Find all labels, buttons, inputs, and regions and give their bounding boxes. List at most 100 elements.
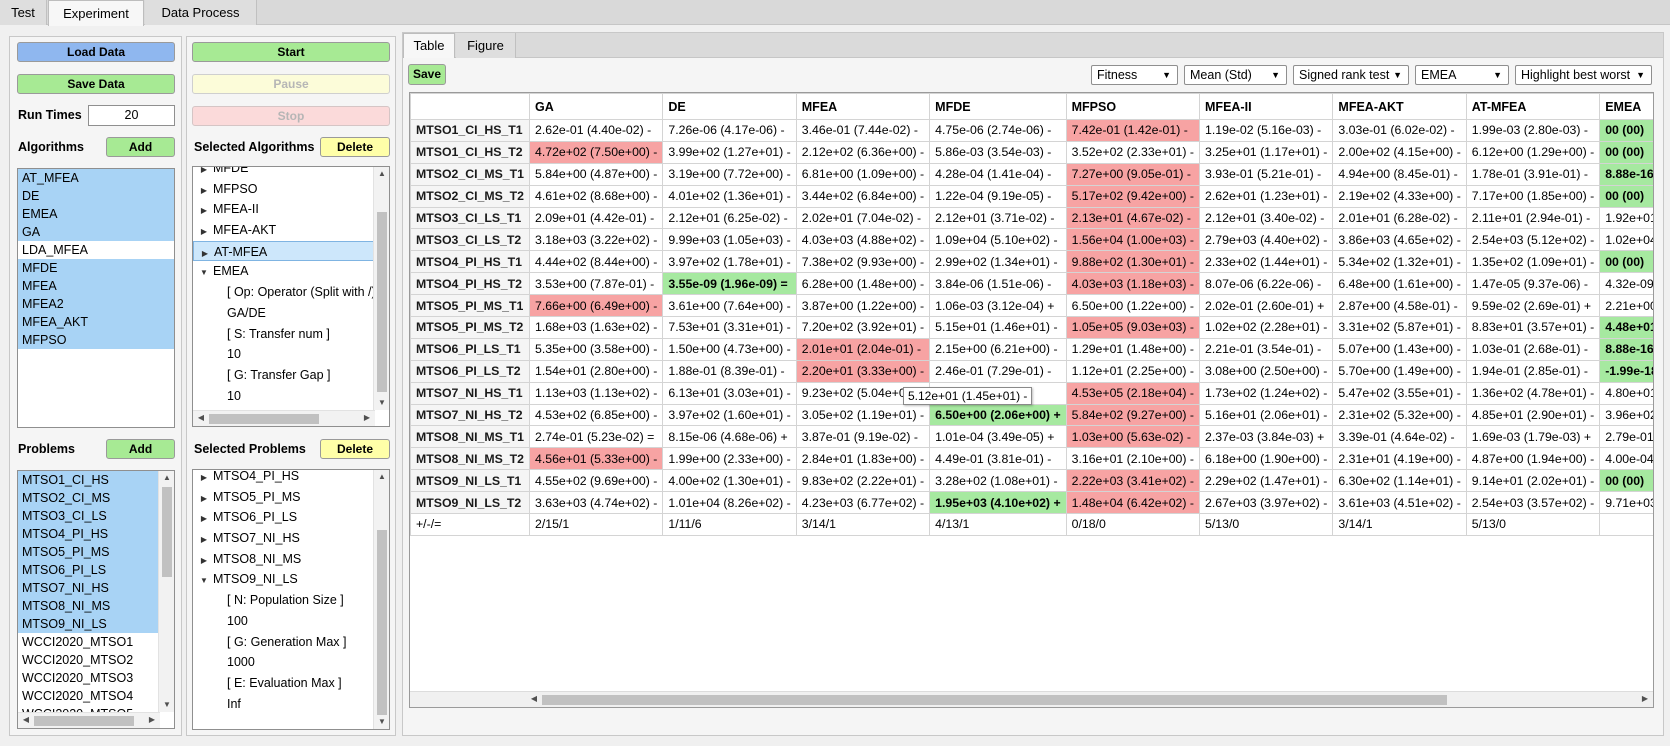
table-cell[interactable]: 2.99e+02 (1.34e+01) -: [929, 250, 1067, 274]
table-cell[interactable]: 3.61e+03 (4.51e+02) -: [1332, 491, 1467, 515]
tree-item[interactable]: ▶ MTSO5_PI_MS: [193, 487, 375, 508]
row-header[interactable]: MTSO9_NI_LS_T2: [410, 491, 530, 515]
scroll-up-icon[interactable]: ▲: [159, 471, 174, 485]
scroll-up-icon[interactable]: ▲: [374, 470, 389, 484]
table-cell[interactable]: 2.21e-01 (3.54e-01) -: [1199, 337, 1334, 361]
run-times-input[interactable]: 20: [88, 105, 175, 126]
list-item[interactable]: MTSO4_PI_HS: [18, 525, 174, 543]
table-cell[interactable]: 4.28e-04 (1.41e-04) -: [929, 162, 1067, 186]
table-cell[interactable]: 4.03e+03 (1.18e+03) -: [1065, 272, 1201, 296]
table-cell[interactable]: 3.53e+00 (7.87e-01) -: [528, 272, 664, 296]
table-cell[interactable]: 5.70e+00 (1.49e+00) -: [1332, 359, 1467, 383]
list-item[interactable]: LDA_MFEA: [18, 241, 174, 259]
table-cell[interactable]: 4.01e+02 (1.36e+01) -: [662, 184, 797, 208]
table-cell[interactable]: -1.99e-18 (00): [1599, 359, 1653, 383]
table-cell[interactable]: 5.07e+00 (1.43e+00) -: [1332, 337, 1467, 361]
table-cell[interactable]: 1.54e+01 (2.80e+00) -: [528, 359, 664, 383]
table-cell[interactable]: 1.36e+02 (4.78e+01) -: [1465, 381, 1601, 405]
table-cell[interactable]: 6.18e+00 (1.90e+00) -: [1199, 447, 1334, 471]
scroll-left-icon[interactable]: ◀: [193, 411, 209, 425]
table-cell[interactable]: 00 (00): [1599, 140, 1653, 164]
baseline-dropdown[interactable]: EMEA ▼: [1415, 65, 1509, 85]
table-cell[interactable]: 4.75e-06 (2.74e-06) -: [929, 119, 1067, 142]
table-cell[interactable]: 3.97e+02 (1.60e+01) -: [662, 403, 797, 427]
scroll-up-icon[interactable]: ▲: [374, 167, 389, 181]
table-cell[interactable]: 6.48e+00 (1.61e+00) -: [1332, 272, 1467, 296]
table-cell[interactable]: 0/18/0: [1065, 513, 1201, 536]
table-cell[interactable]: 2.19e+02 (4.33e+00) -: [1332, 184, 1467, 208]
table-cell[interactable]: 7.66e+00 (6.49e+00) -: [528, 294, 664, 318]
scroll-down-icon[interactable]: ▼: [374, 396, 389, 410]
table-cell[interactable]: 2.79e+03 (4.40e+02) -: [1199, 228, 1334, 252]
tab-experiment[interactable]: Experiment: [48, 0, 144, 26]
algorithms-list[interactable]: AT_MFEA DE EMEA GA LDA_MFEA MFDE MFEA MFEA2 MFEA…: [17, 168, 175, 428]
tree-item[interactable]: [ G: Transfer Gap ]: [193, 365, 375, 386]
add-problem-button[interactable]: Add: [106, 439, 175, 459]
selected-problems-tree[interactable]: ▶ MTSO4_PI_HS ▶ MTSO5_PI_MS ▶ MTSO6_PI_LS ▶ MTS…: [192, 469, 390, 730]
table-cell[interactable]: 2.02e-01 (2.60e-01) +: [1199, 294, 1334, 318]
row-header[interactable]: MTSO2_CI_MS_T2: [410, 184, 530, 208]
scroll-thumb[interactable]: [34, 716, 134, 726]
table-cell[interactable]: 2.62e-01 (4.40e-02) -: [528, 119, 664, 142]
chevron-right-icon[interactable]: ▶: [197, 530, 211, 551]
chevron-right-icon[interactable]: ▶: [197, 181, 211, 202]
table-cell[interactable]: 1.03e-01 (2.68e-01) -: [1465, 337, 1601, 361]
scroll-right-icon[interactable]: ▶: [144, 713, 160, 727]
column-header[interactable]: MFEA-AKT: [1332, 93, 1467, 120]
tree-item[interactable]: ▶ MFEA-AKT: [193, 220, 375, 241]
table-cell[interactable]: 1.29e+01 (1.48e+00) -: [1065, 337, 1201, 361]
table-cell[interactable]: 3.52e+02 (2.33e+01) -: [1065, 140, 1201, 164]
table-cell[interactable]: 1.12e+01 (2.25e+00) -: [1065, 359, 1201, 383]
tree-item[interactable]: ▶ MTSO4_PI_HS: [193, 470, 375, 487]
scroll-right-icon[interactable]: ▶: [359, 411, 375, 425]
tree-item[interactable]: [ N: Population Size ]: [193, 590, 375, 611]
tree-item[interactable]: ▼ MTSO9_NI_LS: [193, 569, 375, 590]
table-cell[interactable]: 2.54e+03 (3.57e+02) -: [1465, 491, 1601, 515]
table-cell[interactable]: 6.81e+00 (1.09e+00) -: [795, 162, 931, 186]
table-cell[interactable]: 8.88e-16 (00): [1599, 337, 1653, 361]
column-header[interactable]: GA: [528, 93, 664, 120]
statistic-dropdown[interactable]: Mean (Std) ▼: [1184, 65, 1287, 85]
table-cell[interactable]: 2.62e+01 (1.23e+01) -: [1199, 184, 1334, 208]
table-cell[interactable]: 2.12e+01 (6.25e-02) -: [662, 206, 797, 230]
table-cell[interactable]: 2.33e+02 (1.44e+01) -: [1199, 250, 1334, 274]
table-cell[interactable]: 7.20e+02 (3.92e+01) -: [795, 316, 931, 339]
table-cell[interactable]: 4.23e+03 (6.77e+02) -: [795, 491, 931, 515]
table-cell[interactable]: 2.79e-01 (6.16e-02): [1599, 425, 1653, 449]
table-cell[interactable]: 7.42e-01 (1.42e-01) -: [1065, 119, 1201, 142]
table-cell[interactable]: 3.97e+02 (1.78e+01) -: [662, 250, 797, 274]
selected-algorithms-tree[interactable]: ▶ MFDE ▶ MFPSO ▶ MFEA-II ▶ MFEA-AKT ▶ AT-MFEA ▼ EME…: [192, 166, 390, 427]
list-item[interactable]: GA: [18, 223, 174, 241]
table-cell[interactable]: 7.53e+01 (3.31e+01) -: [662, 316, 797, 339]
table-cell[interactable]: 4.80e+01 (1.56e+01): [1599, 381, 1653, 405]
tree-item[interactable]: ▶ MTSO6_PI_LS: [193, 507, 375, 528]
tree-item[interactable]: GA/DE: [193, 303, 375, 324]
alg-tree-vscroll[interactable]: ▲ ▼: [373, 167, 389, 410]
table-cell[interactable]: 1.50e+00 (4.73e+00) -: [662, 337, 797, 361]
table-cell[interactable]: 1.48e+04 (6.42e+02) -: [1065, 491, 1201, 515]
row-header[interactable]: MTSO3_CI_LS_T1: [410, 206, 530, 230]
table-cell[interactable]: 2.02e+01 (7.04e-02) -: [795, 206, 931, 230]
table-cell[interactable]: 1.95e+03 (4.10e+02) +: [929, 491, 1067, 515]
table-cell[interactable]: 8.88e-16 (00): [1599, 162, 1653, 186]
metric-dropdown[interactable]: Fitness ▼: [1091, 65, 1178, 85]
table-cell[interactable]: 1.99e-03 (2.80e-03) -: [1465, 119, 1601, 142]
scroll-down-icon[interactable]: ▼: [374, 715, 389, 729]
table-cell[interactable]: 5.17e+02 (9.42e+00) -: [1065, 184, 1201, 208]
table-cell[interactable]: 00 (00): [1599, 250, 1653, 274]
table-cell[interactable]: 2.20e+01 (3.33e+00) -: [795, 359, 931, 383]
row-header[interactable]: MTSO8_NI_MS_T2: [410, 447, 530, 471]
row-header[interactable]: MTSO8_NI_MS_T1: [410, 425, 530, 449]
tree-item[interactable]: ▶ MFEA-II: [193, 199, 375, 220]
table-cell[interactable]: 9.71e+03 (1.36e+03): [1599, 491, 1653, 515]
table-cell[interactable]: 4/13/1: [929, 513, 1067, 536]
table-cell[interactable]: 3.16e+01 (2.10e+00) -: [1065, 447, 1201, 471]
table-cell[interactable]: 3.39e-01 (4.64e-02) -: [1332, 425, 1467, 449]
chevron-right-icon[interactable]: ▶: [197, 509, 211, 530]
list-item[interactable]: MTSO2_CI_MS: [18, 489, 174, 507]
tree-item[interactable]: 100: [193, 611, 375, 632]
alg-tree-hscroll[interactable]: ◀ ▶: [193, 410, 375, 426]
table-cell[interactable]: 2.21e+00 (2.80e-01): [1599, 294, 1653, 318]
row-header[interactable]: MTSO6_PI_LS_T2: [410, 359, 530, 383]
table-cell[interactable]: 5.35e+00 (3.58e+00) -: [528, 337, 664, 361]
